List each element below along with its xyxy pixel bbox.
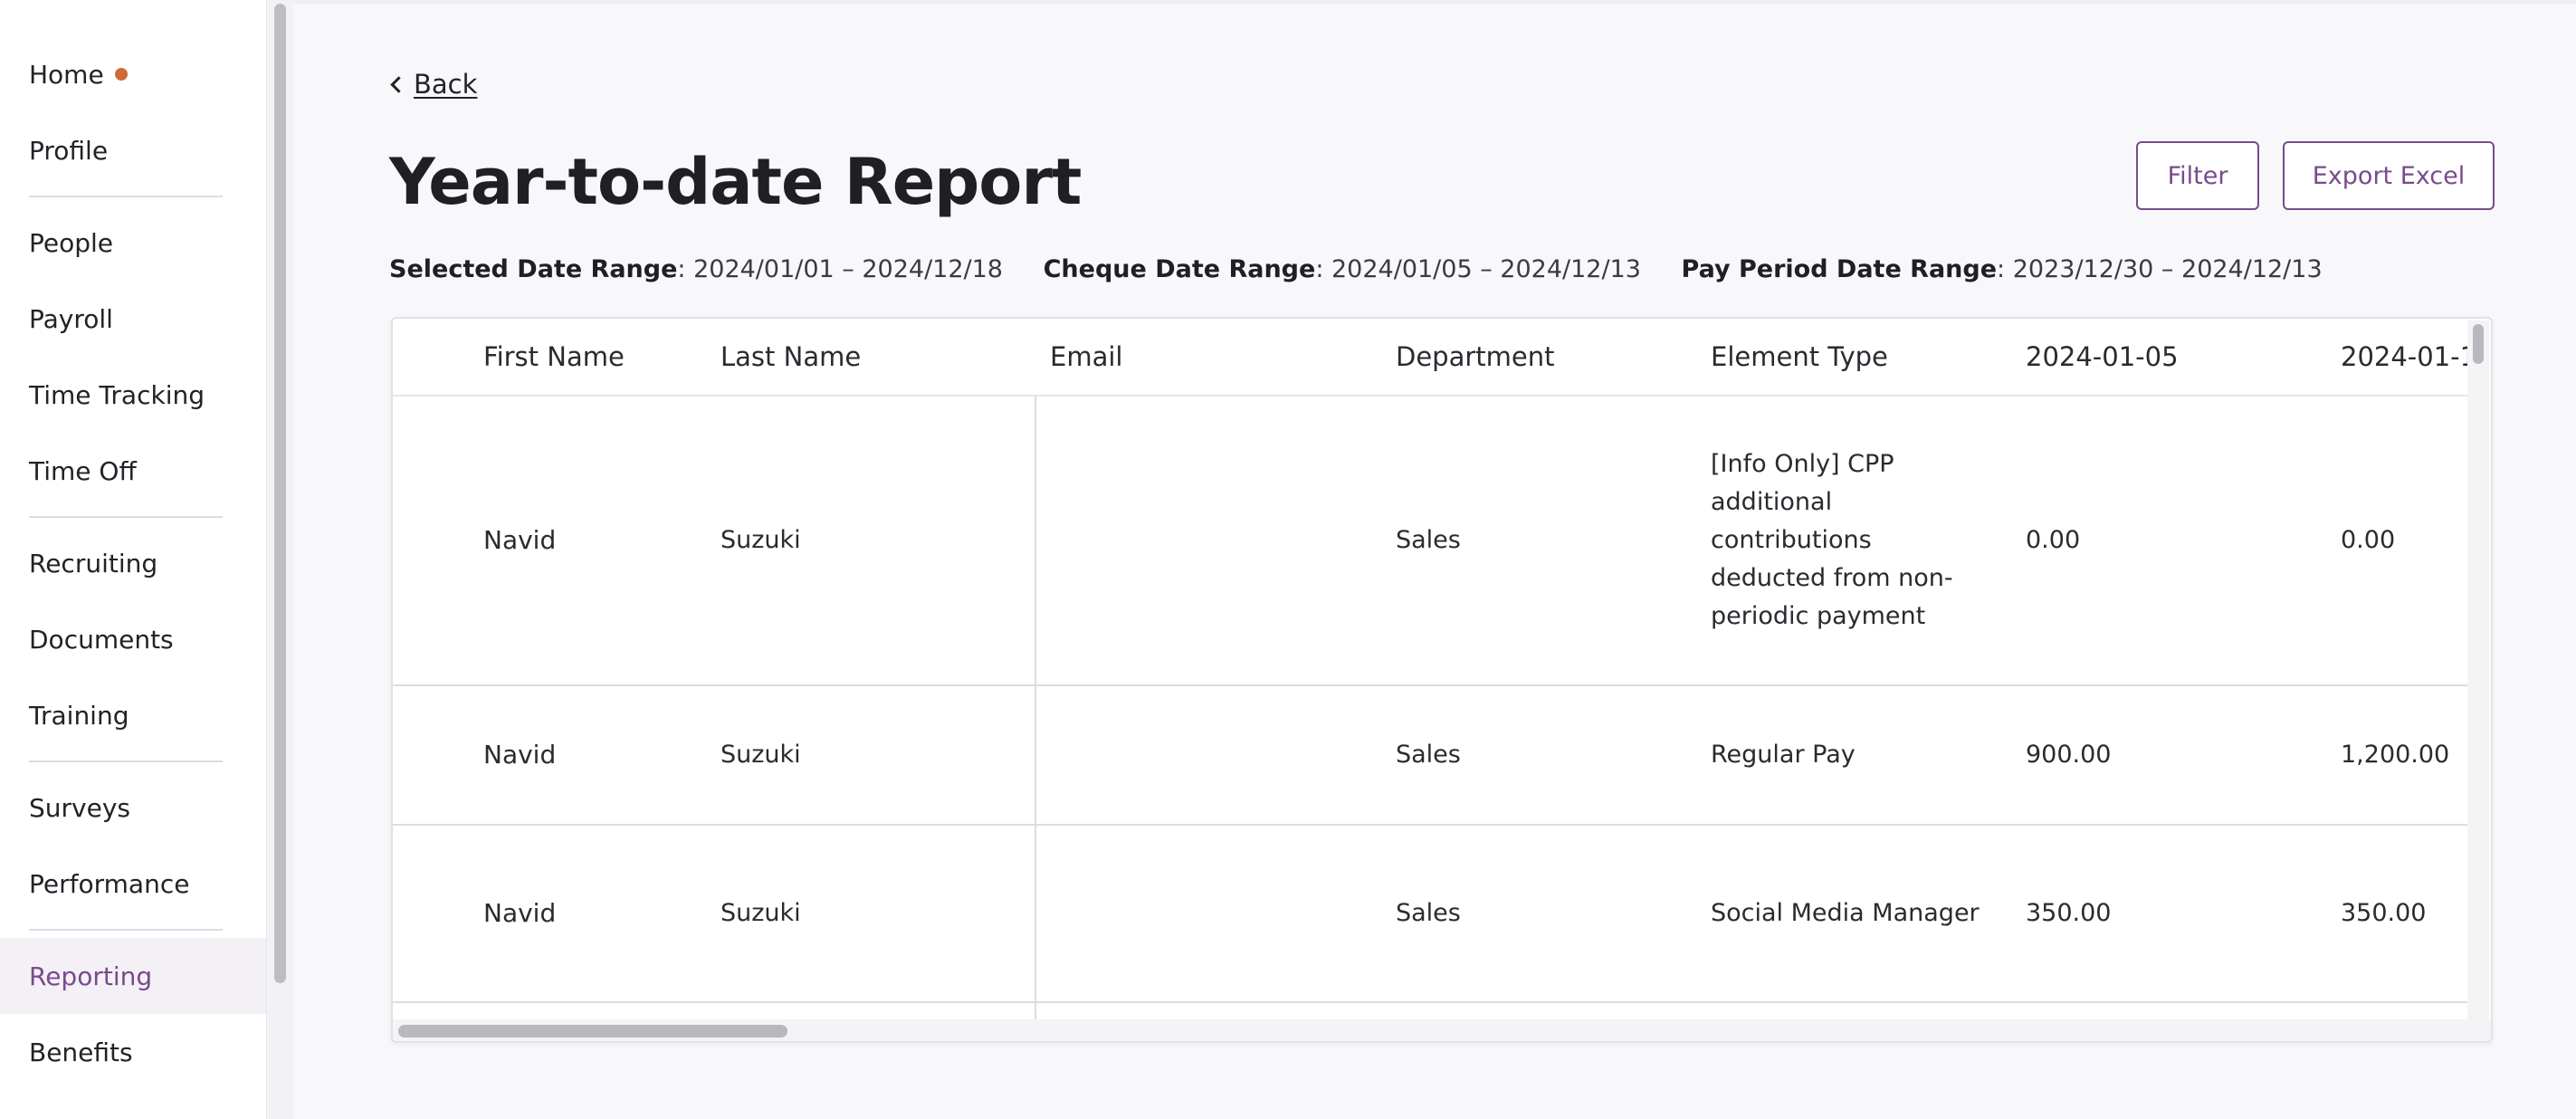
cell-element-type: [Info Only] CPP additional contributions…: [1711, 396, 2026, 686]
sidebar-item-performance[interactable]: Performance: [0, 846, 266, 922]
column-header-department[interactable]: Department: [1396, 319, 1711, 397]
filter-button[interactable]: Filter: [2136, 141, 2259, 210]
table-row: Navid Suzuki Sales Regular Pay 900.00 1,…: [393, 685, 2469, 826]
sidebar-item-home[interactable]: Home: [0, 36, 266, 112]
cell-first-name: Navid: [483, 685, 720, 826]
nav-divider: [29, 196, 223, 197]
sidebar-item-training[interactable]: Training: [0, 677, 266, 753]
cell-department: Sales: [1396, 396, 1711, 686]
sidebar-item-payroll[interactable]: Payroll: [0, 281, 266, 357]
sidebar-item-time-tracking[interactable]: Time Tracking: [0, 357, 266, 433]
sidebar-item-benefits[interactable]: Benefits: [0, 1014, 266, 1090]
cell-email: [1035, 396, 1396, 686]
sidebar-nav: Home Profile People Payroll Time Trackin…: [0, 0, 267, 1119]
cell-first-name: Navid: [483, 396, 720, 686]
sidebar-item-label: Recruiting: [29, 548, 158, 579]
nav-divider: [29, 760, 223, 762]
cell-date-2: 350.00: [2341, 825, 2469, 1003]
export-excel-button[interactable]: Export Excel: [2283, 141, 2495, 210]
cell-date-1: 900.00: [2026, 685, 2341, 826]
sidebar-item-label: Performance: [29, 868, 190, 899]
table-header-row: First Name Last Name Email Department El…: [393, 319, 2469, 397]
report-table: First Name Last Name Email Department El…: [393, 319, 2469, 1023]
sidebar-item-profile[interactable]: Profile: [0, 112, 266, 188]
sidebar-item-label: Profile: [29, 135, 109, 166]
cell-element-type: Regular Pay: [1711, 685, 2026, 826]
sidebar-item-label: Benefits: [29, 1037, 133, 1067]
top-edge: [293, 0, 2576, 4]
sidebar-item-time-off[interactable]: Time Off: [0, 433, 266, 509]
sidebar-item-recruiting[interactable]: Recruiting: [0, 525, 266, 601]
vertical-scroll-thumb[interactable]: [2473, 324, 2484, 364]
table-horizontal-scrollbar[interactable]: [393, 1019, 2491, 1041]
table-row: Navid Suzuki Sales [Info Only] CPP addit…: [393, 396, 2469, 686]
sidebar-item-documents[interactable]: Documents: [0, 601, 266, 677]
cell-date-1: 0.00: [2026, 396, 2341, 686]
column-header-element-type[interactable]: Element Type: [1711, 319, 2026, 397]
pay-period-date-range: Pay Period Date Range: 2023/12/30 – 2024…: [1682, 255, 2323, 283]
table-vertical-scrollbar[interactable]: [2467, 320, 2489, 1023]
cell-email: [1035, 685, 1396, 826]
header-spacer: [393, 319, 483, 397]
nav-divider: [29, 516, 223, 518]
sidebar-item-surveys[interactable]: Surveys: [0, 770, 266, 846]
cell-department: Sales: [1396, 825, 1711, 1003]
report-table-container: First Name Last Name Email Department El…: [391, 317, 2493, 1043]
column-header-email[interactable]: Email: [1035, 319, 1396, 397]
pay-period-date-range-label: Pay Period Date Range: [1681, 255, 1998, 283]
cell-department: Sales: [1396, 685, 1711, 826]
cell-date-1: 350.00: [2026, 825, 2341, 1003]
sidebar-scrollbar[interactable]: [274, 4, 286, 983]
column-header-date-1[interactable]: 2024-01-05: [2026, 319, 2341, 397]
table-row: Navid Suzuki Sales Social Media Manager …: [393, 825, 2469, 1003]
pay-period-date-range-value: : 2023/12/30 – 2024/12/13: [1997, 255, 2323, 283]
selected-date-range-value: : 2024/01/01 – 2024/12/18: [677, 255, 1003, 283]
date-range-summary: Selected Date Range: 2024/01/01 – 2024/1…: [389, 255, 2355, 283]
cell-last-name: Suzuki: [720, 685, 1035, 826]
notification-dot-icon: [114, 68, 128, 81]
cell-first-name: Navid: [483, 825, 720, 1003]
sidebar-item-label: Home: [29, 59, 104, 90]
sidebar-item-label: Training: [29, 700, 129, 731]
column-header-date-2[interactable]: 2024-01-19: [2341, 319, 2469, 397]
cheque-date-range-value: : 2024/01/05 – 2024/12/13: [1315, 255, 1641, 283]
column-header-last-name[interactable]: Last Name: [720, 319, 1035, 397]
sidebar-item-label: Time Off: [29, 455, 137, 486]
selected-date-range-label: Selected Date Range: [389, 255, 678, 283]
back-link[interactable]: Back: [389, 69, 477, 100]
sidebar-item-label: Documents: [29, 624, 174, 655]
page-title: Year-to-date Report: [389, 145, 1082, 219]
sidebar-item-people[interactable]: People: [0, 205, 266, 281]
back-label: Back: [414, 69, 478, 100]
sidebar-item-label: People: [29, 227, 114, 258]
sidebar-item-label: Surveys: [29, 792, 130, 823]
cell-date-2: 0.00: [2341, 396, 2469, 686]
cell-element-type: Social Media Manager: [1711, 825, 2026, 1003]
sidebar-item-label: Payroll: [29, 303, 113, 334]
sidebar-item-reporting[interactable]: Reporting: [0, 938, 266, 1014]
chevron-left-icon: [390, 75, 407, 93]
cheque-date-range: Cheque Date Range: 2024/01/05 – 2024/12/…: [1044, 255, 1641, 283]
selected-date-range: Selected Date Range: 2024/01/01 – 2024/1…: [389, 255, 1003, 283]
sidebar-item-label: Time Tracking: [29, 379, 205, 410]
nav-divider: [29, 929, 223, 931]
row-spacer: [393, 825, 483, 1003]
cell-last-name: Suzuki: [720, 825, 1035, 1003]
row-spacer: [393, 685, 483, 826]
column-header-first-name[interactable]: First Name: [483, 319, 720, 397]
report-table-viewport[interactable]: First Name Last Name Email Department El…: [393, 319, 2469, 1023]
cell-email: [1035, 825, 1396, 1003]
cheque-date-range-label: Cheque Date Range: [1043, 255, 1316, 283]
cell-last-name: Suzuki: [720, 396, 1035, 686]
row-spacer: [393, 396, 483, 686]
sidebar-item-label: Reporting: [29, 961, 153, 991]
cell-date-2: 1,200.00: [2341, 685, 2469, 826]
horizontal-scroll-thumb[interactable]: [398, 1025, 787, 1038]
